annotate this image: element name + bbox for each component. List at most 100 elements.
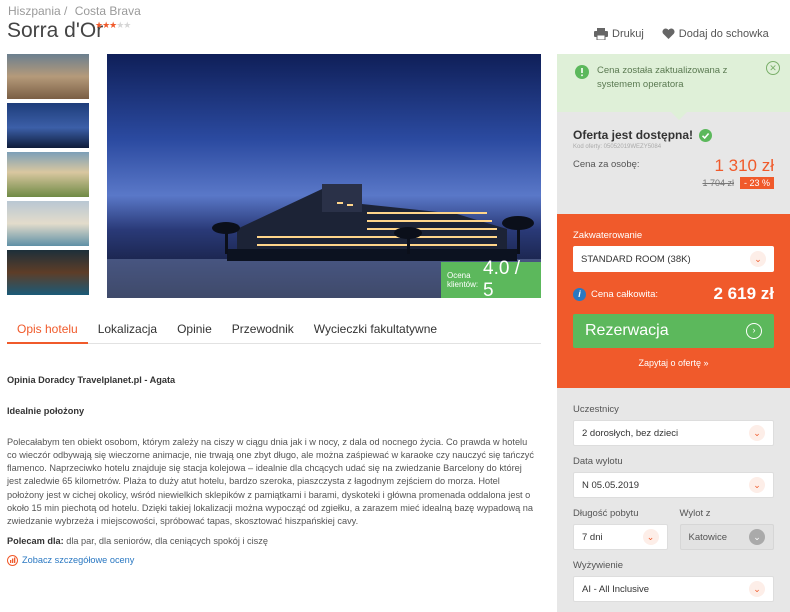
departure-city-group: Wylot z Katowice ⌄ [679,508,774,550]
participants-value: 2 dorosłych, bez dzieci [582,427,679,439]
total-price-label-wrap: i Cena całkowita: [573,287,659,301]
price-block: 1 310 zł 1 704 zł - 23 % [702,156,774,189]
board-group: Wyżywienie AI - All Inclusive ⌄ [573,560,774,602]
reserve-button[interactable]: Rezerwacja › [573,314,774,348]
notice-pointer [671,112,687,120]
chevron-down-icon: ⌄ [642,529,659,545]
print-label: Drukuj [612,28,644,40]
duration-select[interactable]: 7 dni ⌄ [573,524,668,550]
departure-label: Data wylotu [573,456,623,467]
tab-excursions[interactable]: Wycieczki fakultatywne [304,316,447,344]
board-value: AI - All Inclusive [582,583,650,595]
departure-city-select[interactable]: Katowice ⌄ [679,524,774,550]
favorites-label: Dodaj do schowka [678,28,769,40]
departure-group: Data wylotu N 05.05.2019 ⌄ [573,456,774,498]
price-per-person: 1 310 zł [714,156,774,175]
total-price-label: Cena całkowita: [591,288,659,300]
tab-hotel-description[interactable]: Opis hotelu [7,316,88,344]
thumbnail-5[interactable] [7,250,89,295]
board-label: Wyżywienie [573,560,624,571]
duration-value: 7 dni [582,531,603,543]
accommodation-label: Zakwaterowanie [573,230,643,241]
arrow-right-icon: › [746,323,762,339]
print-button[interactable]: Drukuj [594,28,644,40]
breadcrumb-region[interactable]: Costa Brava [75,4,141,18]
recommended-value: dla par, dla seniorów, dla ceniących spo… [63,535,268,546]
notice-text: Cena została zaktualizowana z systemem o… [597,65,728,90]
participants-label: Uczestnicy [573,404,619,415]
participants-select[interactable]: 2 dorosłych, bez dzieci ⌄ [573,420,774,446]
close-icon[interactable]: ✕ [766,61,780,75]
departure-city-value: Katowice [688,531,728,543]
old-price: 1 704 zł [702,178,734,188]
thumbnail-strip [7,54,89,299]
offer-status-text: Oferta jest dostępna! [573,128,694,142]
hotel-tabs: Opis hotelu Lokalizacja Opinie Przewodni… [7,316,541,344]
thumbnail-1[interactable] [7,54,89,99]
customer-rating-badge: Ocena klientów: 4.0 / 5 [441,258,541,298]
rating-label: Ocena klientów: [447,271,479,289]
thumbnail-3[interactable] [7,152,89,197]
recommended-for: Polecam dla: dla par, dla seniorów, dla … [7,535,535,548]
detailed-ratings-label: Zobacz szczegółowe oceny [22,554,135,565]
duration-label: Długość pobytu [573,508,639,519]
main-photo[interactable]: Ocena klientów: 4.0 / 5 [107,54,541,298]
price-per-person-label: Cena za osobę: [573,159,640,170]
chevron-down-icon: ⌄ [749,581,765,597]
chart-icon [7,555,18,567]
booking-panel: Zakwaterowanie STANDARD ROOM (38K) ⌄ i C… [557,214,790,388]
page-actions: Drukuj Dodaj do schowka [594,28,769,40]
offer-status: Oferta jest dostępna! [573,128,774,142]
description-body: Polecałabym ten obiekt osobom, którym za… [7,436,534,527]
discount-badge: - 23 % [739,177,774,189]
description-subheading: Idealnie położony [7,406,85,417]
offer-code: Kod oferty: 05052019WEZY5084 [573,144,662,150]
chevron-down-icon: ⌄ [749,477,765,493]
breadcrumb-country[interactable]: Hiszpania / [8,4,67,18]
duration-from-row: Długość pobytu 7 dni ⌄ Wylot z Katowice … [573,508,774,560]
departure-select[interactable]: N 05.05.2019 ⌄ [573,472,774,498]
hotel-page: Hiszpania / Costa Brava Sorra d'Or ★★★★★… [0,0,790,612]
ask-about-offer-link[interactable]: Zapytaj o ofertę » [573,358,774,368]
departure-city-label: Wylot z [679,508,711,519]
chevron-down-icon: ⌄ [750,251,766,267]
hotel-stars: ★★★★★ [95,20,131,31]
reserve-label: Rezerwacja [585,322,669,339]
stars-filled: ★★★ [95,20,117,30]
page-title: Sorra d'Or [7,19,104,42]
tab-guide[interactable]: Przewodnik [222,316,304,344]
description-content: Opinia Doradcy Travelplanet.pl - Agata I… [7,374,535,567]
opinion-author: Opinia Doradcy Travelplanet.pl - Agata [7,375,176,385]
tab-reviews[interactable]: Opinie [167,316,222,344]
departure-value: N 05.05.2019 [582,479,640,491]
chevron-down-icon: ⌄ [749,425,765,441]
price-updated-notice: Cena została zaktualizowana z systemem o… [557,54,790,112]
participants-group: Uczestnicy 2 dorosłych, bez dzieci ⌄ [573,404,774,446]
offer-filters: Uczestnicy 2 dorosłych, bez dzieci ⌄ Dat… [557,388,790,612]
duration-group: Długość pobytu 7 dni ⌄ [573,508,668,550]
heart-icon [662,28,675,39]
offer-summary: Oferta jest dostępna! Kod oferty: 050520… [557,120,790,214]
recommended-label: Polecam dla: [7,535,64,546]
booking-sidebar: Cena została zaktualizowana z systemem o… [557,54,790,612]
total-price: 2 619 zł [713,284,775,303]
printer-icon [594,28,608,40]
info-icon[interactable]: i [573,287,586,301]
stars-empty: ★★ [116,20,131,30]
total-price-row: i Cena całkowita: 2 619 zł [573,284,774,304]
accommodation-value: STANDARD ROOM (38K) [581,253,691,265]
accommodation-select[interactable]: STANDARD ROOM (38K) ⌄ [573,246,774,272]
thumbnail-4[interactable] [7,201,89,246]
tab-location[interactable]: Lokalizacja [88,316,167,344]
chevron-down-icon: ⌄ [749,529,765,545]
thumbnail-2[interactable] [7,103,89,148]
alert-icon [575,65,589,79]
detailed-ratings-link[interactable]: Zobacz szczegółowe oceny [7,554,535,567]
check-icon [699,128,713,142]
rating-value: 4.0 / 5 [483,258,520,298]
add-to-favorites-button[interactable]: Dodaj do schowka [662,28,769,40]
breadcrumb: Hiszpania / Costa Brava [8,4,145,18]
discount-row: 1 704 zł - 23 % [702,177,774,189]
price-row: Cena za osobę: 1 310 zł 1 704 zł - 23 % [573,156,774,189]
board-select[interactable]: AI - All Inclusive ⌄ [573,576,774,602]
